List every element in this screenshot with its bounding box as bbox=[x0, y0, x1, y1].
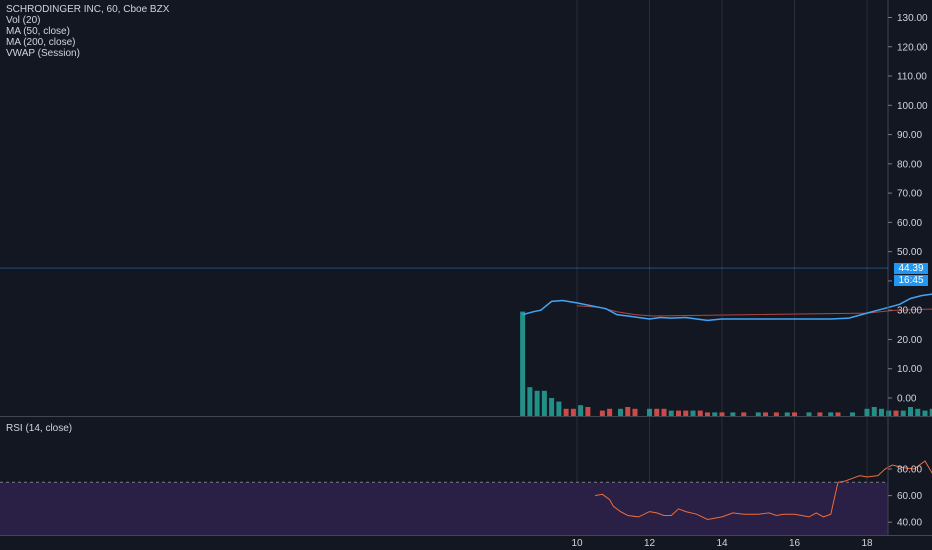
volume-bar bbox=[784, 412, 790, 416]
legend-vwap[interactable]: VWAP (Session) bbox=[6, 48, 169, 59]
time-tick-label: 10 bbox=[571, 538, 583, 549]
volume-bars bbox=[520, 311, 932, 416]
legend-ma50[interactable]: MA (50, close) bbox=[6, 26, 169, 37]
volume-bar bbox=[712, 412, 718, 416]
volume-bar bbox=[773, 412, 779, 416]
time-tick-label: 18 bbox=[861, 538, 873, 549]
volume-bar bbox=[792, 412, 797, 416]
volume-bar bbox=[915, 408, 921, 416]
volume-bar bbox=[719, 412, 725, 416]
volume-bar bbox=[850, 412, 855, 416]
volume-bar bbox=[570, 408, 576, 416]
time-axis-ticks[interactable]: 1012141618202224 bbox=[571, 538, 932, 549]
volume-bar bbox=[534, 390, 540, 416]
volume-bar bbox=[817, 412, 823, 416]
rsi-tick-label: 60.00 bbox=[897, 491, 922, 502]
volume-bar bbox=[763, 412, 768, 416]
volume-bar bbox=[607, 408, 613, 416]
price-tick-label: 80.00 bbox=[897, 159, 922, 170]
volume-bar bbox=[647, 408, 652, 416]
volume-bar bbox=[806, 412, 812, 416]
volume-bar bbox=[908, 407, 913, 416]
rsi-tick-label: 80.00 bbox=[897, 465, 922, 476]
legend-ma200[interactable]: MA (200, close) bbox=[6, 37, 169, 48]
price-tick-label: 50.00 bbox=[897, 247, 922, 258]
volume-bar bbox=[654, 408, 660, 416]
last-price-time-label: 16:45 bbox=[894, 275, 928, 286]
volume-bar bbox=[871, 407, 877, 416]
volume-bar bbox=[835, 412, 841, 416]
chart-canvas[interactable]: 130.00120.00110.00100.0090.0080.0070.006… bbox=[0, 0, 932, 550]
price-tick-label: 130.00 bbox=[897, 13, 928, 24]
volume-bar bbox=[541, 390, 547, 416]
volume-bar bbox=[632, 408, 638, 416]
price-axis-ticks[interactable]: 130.00 120.00 110.00 100.00 90.00 80.00 70.00 6… bbox=[888, 13, 928, 405]
volume-bar bbox=[556, 401, 562, 416]
rsi-legend[interactable]: RSI (14, close) bbox=[6, 423, 72, 434]
volume-bar bbox=[683, 410, 689, 416]
volume-bar bbox=[625, 407, 631, 416]
volume-bar bbox=[690, 410, 696, 416]
volume-bar bbox=[900, 410, 906, 416]
volume-bar bbox=[705, 412, 710, 416]
price-tick-label: 120.00 bbox=[897, 42, 928, 53]
volume-bar bbox=[755, 412, 761, 416]
price-tick-label: 70.00 bbox=[897, 189, 922, 200]
volume-bar bbox=[520, 311, 526, 416]
volume-bar bbox=[886, 410, 892, 416]
price-tick-label: 0.00 bbox=[897, 394, 917, 405]
time-tick-label: 16 bbox=[789, 538, 801, 549]
volume-bar bbox=[527, 387, 533, 416]
price-tick-label: 110.00 bbox=[897, 72, 927, 83]
rsi-tick-label: 40.00 bbox=[897, 518, 922, 529]
volume-bar bbox=[864, 408, 870, 416]
volume-bar bbox=[563, 408, 569, 416]
price-tick-label: 90.00 bbox=[897, 130, 922, 141]
price-tick-label: 10.00 bbox=[897, 364, 922, 375]
volume-bar bbox=[828, 412, 834, 416]
volume-bar bbox=[697, 410, 703, 416]
volume-bar bbox=[741, 412, 747, 416]
rsi-overbought-oversold-band bbox=[0, 482, 888, 536]
time-tick-label: 14 bbox=[716, 538, 728, 549]
price-lines bbox=[522, 293, 932, 322]
symbol-title[interactable]: SCHRODINGER INC, 60, Cboe BZX bbox=[6, 4, 169, 15]
volume-bar bbox=[676, 410, 681, 416]
volume-bar bbox=[893, 410, 899, 416]
volume-bar bbox=[668, 410, 674, 416]
price-tick-label: 20.00 bbox=[897, 335, 922, 346]
time-tick-label: 12 bbox=[644, 538, 656, 549]
rsi-axis-ticks[interactable]: 80.00 60.00 40.00 bbox=[888, 465, 922, 529]
volume-bar bbox=[661, 408, 667, 416]
price-line bbox=[522, 293, 932, 322]
last-price-label: 44.39 bbox=[894, 263, 928, 274]
grid-lines bbox=[576, 0, 868, 535]
volume-bar bbox=[922, 410, 928, 416]
price-tick-label: 60.00 bbox=[897, 218, 922, 229]
price-tick-label: 30.00 bbox=[897, 306, 922, 317]
volume-bar bbox=[599, 410, 605, 416]
volume-bar bbox=[585, 407, 591, 416]
volume-bar bbox=[730, 412, 736, 416]
volume-bar bbox=[879, 408, 884, 416]
chart-legend: SCHRODINGER INC, 60, Cboe BZX Vol (20) M… bbox=[6, 4, 169, 59]
volume-bar bbox=[549, 398, 555, 416]
volume-bar bbox=[578, 405, 584, 416]
volume-bar bbox=[618, 408, 623, 416]
legend-vol[interactable]: Vol (20) bbox=[6, 15, 169, 26]
price-tick-label: 100.00 bbox=[897, 101, 928, 112]
